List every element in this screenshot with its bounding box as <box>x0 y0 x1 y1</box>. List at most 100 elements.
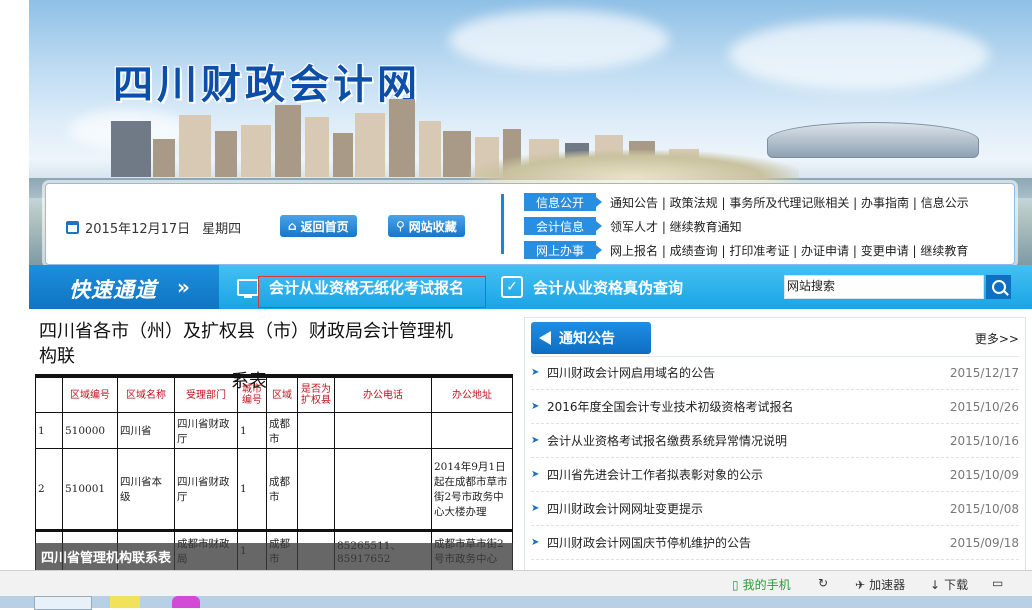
table-cell: 成都市 <box>266 448 298 531</box>
my-phone-label: 我的手机 <box>742 578 791 592</box>
search-input[interactable]: 网站搜索 <box>784 275 984 299</box>
window-icon: ▭ <box>992 576 1004 590</box>
notice-date: 2015/12/17 <box>949 365 1019 380</box>
arrow-icon: ➤ <box>531 537 540 548</box>
download-button[interactable]: ↓ 下载 <box>930 576 968 593</box>
calendar-icon <box>66 221 79 234</box>
table-cell: 1 <box>237 412 267 449</box>
nav-tag[interactable]: 网上办事 <box>524 241 602 259</box>
notice-item[interactable]: ➤ 四川财政会计网国庆节停机维护的公告 2015/09/18 <box>531 526 1019 560</box>
accelerator-label: 加速器 <box>869 578 906 592</box>
page: 四川财政会计网 2015年12月17日 星期四 ⌂ 返回首页 ⚲ 网站收藏 信息… <box>29 0 1032 570</box>
table-cell: 2014年9月1日起在成都市草市街2号市政务中心大楼办理 <box>431 448 513 531</box>
notice-title[interactable]: 四川财政会计网国庆节停机维护的公告 <box>547 534 950 551</box>
weekday-text: 星期四 <box>202 222 242 237</box>
notices-panel: 通知公告 更多>> ➤ 四川财政会计网启用域名的公告 2015/12/17 ➤ … <box>524 317 1026 570</box>
notice-date: 2015/10/16 <box>949 433 1019 448</box>
table-cell: 1 <box>35 412 63 449</box>
quick-link-label: 会计从业资格真伪查询 <box>533 278 684 297</box>
megaphone-icon <box>539 331 551 345</box>
phone-icon: ▯ <box>732 577 739 592</box>
browser-status-bar: ▯ 我的手机 ↻ ✈ 加速器 ↓ 下载 ▭ <box>0 570 1032 597</box>
document-title-line: 四川省各市（州）及扩权县（市）财政局会计管理机构联 <box>39 321 453 367</box>
table-header: 区域名称 <box>117 375 175 413</box>
nav-links[interactable]: 领军人才 | 继续教育通知 <box>610 218 742 235</box>
header-banner: 四川财政会计网 2015年12月17日 星期四 ⌂ 返回首页 ⚲ 网站收藏 信息… <box>29 0 1032 265</box>
slide-caption[interactable]: 四川省管理机构联系表 <box>35 543 513 570</box>
checkbox-icon: ✓ <box>501 276 523 298</box>
notice-title[interactable]: 2016年度全国会计专业技术初级资格考试报名 <box>547 398 950 415</box>
table-row: 2 510001 四川省本级 四川省财政厅 1 成都市 2014年9月1日起在成… <box>35 448 513 531</box>
nav-links[interactable]: 通知公告 | 政策法规 | 事务所及代理记账相关 | 办事指南 | 信息公示 <box>610 194 969 211</box>
rocket-icon: ✈ <box>855 577 866 592</box>
quick-access-title: 快速通道 <box>69 278 157 302</box>
nav-links[interactable]: 网上报名 | 成绩查询 | 打印准考证 | 办证申请 | 变更申请 | 继续教育 <box>610 242 968 259</box>
search-icon <box>991 280 1006 294</box>
table-cell: 510001 <box>62 448 118 531</box>
window-button[interactable]: ▭ <box>992 576 1003 590</box>
quick-access-label-box: 快速通道 » <box>29 265 219 309</box>
monitor-icon <box>237 278 259 298</box>
highlight-box <box>258 276 486 308</box>
nav-tag[interactable]: 信息公开 <box>524 193 602 211</box>
table-header: 办公地址 <box>431 375 513 413</box>
arrow-icon: ➤ <box>531 435 540 446</box>
notice-title[interactable]: 四川财政会计网网址变更提示 <box>547 500 950 517</box>
notice-item[interactable]: ➤ 四川财政会计网网址变更提示 2015/10/08 <box>531 492 1019 526</box>
table-header: 区域 <box>266 375 298 413</box>
notice-item[interactable]: ➤ 四川省先进会计工作者拟表彰对象的公示 2015/10/09 <box>531 458 1019 492</box>
cloud <box>729 20 989 90</box>
table-header-row: 区域编号 区域名称 受理部门 城市编号 区域 是否为扩权县 办公电话 办公地址 <box>35 375 513 413</box>
refresh-icon: ↻ <box>818 576 829 590</box>
quick-access-bar: 快速通道 » 会计从业资格无纸化考试报名 ✓ 会计从业资格真伪查询 网站搜索 <box>29 265 1032 309</box>
quick-link-verify[interactable]: ✓ 会计从业资格真伪查询 <box>501 265 683 309</box>
refresh-button[interactable]: ↻ <box>818 576 828 590</box>
notice-item[interactable]: ➤ 四川财政会计网启用域名的公告 2015/12/17 <box>531 356 1019 390</box>
table-cell: 1 <box>237 448 267 531</box>
double-arrow-icon: » <box>177 275 190 299</box>
table-cell <box>431 412 513 449</box>
notice-date: 2015/10/09 <box>949 467 1019 482</box>
nav-row-accounting: 会计信息 领军人才 | 继续教育通知 <box>524 217 742 235</box>
notice-item[interactable]: ➤ 会计从业资格考试报名缴费系统异常情况说明 2015/10/16 <box>531 424 1019 458</box>
table-header: 是否为扩权县 <box>297 375 335 413</box>
notice-title[interactable]: 四川省先进会计工作者拟表彰对象的公示 <box>547 466 950 483</box>
arrow-icon: ➤ <box>531 401 540 412</box>
home-button-label: 返回首页 <box>300 219 349 234</box>
table-cell: 2 <box>35 448 63 531</box>
slideshow-panel[interactable]: 四川省各市（州）及扩权县（市）财政局会计管理机构联 系表 区域编号 区域名称 受… <box>29 309 519 570</box>
nav-row-online: 网上办事 网上报名 | 成绩查询 | 打印准考证 | 办证申请 | 变更申请 |… <box>524 241 968 259</box>
table-header: 区域编号 <box>62 375 118 413</box>
notice-date: 2015/10/08 <box>949 501 1019 516</box>
table-cell <box>297 412 335 449</box>
accelerator-button[interactable]: ✈ 加速器 <box>855 576 905 593</box>
my-phone-button[interactable]: ▯ 我的手机 <box>732 576 791 593</box>
search-button[interactable] <box>986 275 1011 299</box>
table-cell: 四川省财政厅 <box>174 448 238 531</box>
current-date: 2015年12月17日 星期四 <box>66 218 241 237</box>
divider <box>501 194 504 254</box>
favorite-button[interactable]: ⚲ 网站收藏 <box>388 215 465 237</box>
taskbar-app-button[interactable] <box>110 596 140 608</box>
notice-title[interactable]: 会计从业资格考试报名缴费系统异常情况说明 <box>547 432 950 449</box>
arrow-icon: ➤ <box>531 503 540 514</box>
table-header: 办公电话 <box>334 375 432 413</box>
table-cell <box>334 448 432 531</box>
reeds <box>469 150 799 184</box>
arrow-icon: ➤ <box>531 469 540 480</box>
table-cell: 四川省财政厅 <box>174 412 238 449</box>
notice-item[interactable]: ➤ 2016年度全国会计专业技术初级资格考试报名 2015/10/26 <box>531 390 1019 424</box>
notice-title[interactable]: 四川财政会计网启用域名的公告 <box>547 364 950 381</box>
home-button[interactable]: ⌂ 返回首页 <box>280 215 357 237</box>
table-cell <box>297 448 335 531</box>
left-margin <box>0 0 29 570</box>
download-icon: ↓ <box>930 577 941 592</box>
notice-date: 2015/10/26 <box>949 399 1019 414</box>
table-cell: 成都市 <box>266 412 298 449</box>
notices-title: 通知公告 <box>559 331 615 347</box>
more-link[interactable]: 更多>> <box>975 330 1019 347</box>
stadium <box>767 122 979 158</box>
taskbar-app-button[interactable] <box>172 596 200 608</box>
nav-tag[interactable]: 会计信息 <box>524 217 602 235</box>
table-cell: 四川省本级 <box>117 448 175 531</box>
